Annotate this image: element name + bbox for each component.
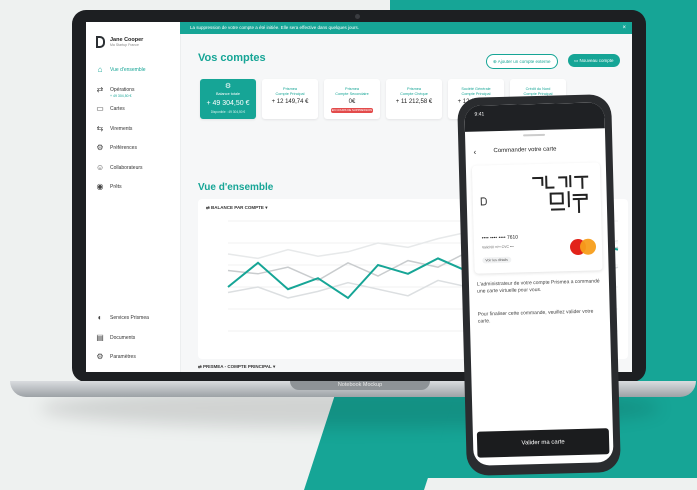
phone-text-2: Pour finaliser cette commande, veuillez … xyxy=(477,308,594,325)
account-name: Prismea Compte Chèque xyxy=(400,87,428,96)
new-account-button[interactable]: ▭ Nouveau compte xyxy=(568,54,620,67)
sidebar-item-card[interactable]: ▭ Cartes xyxy=(96,105,125,113)
account-name: Prismea Compte Principal xyxy=(275,87,305,96)
sidebar-item-documents[interactable]: ▤ Documents xyxy=(96,332,136,342)
account-amount: + 49 304,50 € xyxy=(206,99,250,107)
account-card[interactable]: Prismea Compte Chèque + 11 212,58 € xyxy=(386,79,442,119)
dashboard-icon: ⌂ xyxy=(97,65,103,74)
back-chevron-icon[interactable]: ‹ xyxy=(473,148,476,157)
card-validity: Valid till ••/•• CVC ••• xyxy=(481,244,514,250)
sidebar-item-loan[interactable]: ◉ Prêts xyxy=(96,183,122,191)
sidebar-item-label: Paramètres xyxy=(110,354,136,360)
virtual-card[interactable]: •••• •••• •••• 7610 Valid till ••/•• CVC… xyxy=(471,162,603,274)
card-logo xyxy=(480,197,487,206)
users-icon: ☺ xyxy=(96,162,105,172)
sidebar-item-label: Vue d'ensemble xyxy=(110,67,146,73)
sidebar-item-label: Opérations xyxy=(110,86,135,93)
add-external-account-button[interactable]: ⊕ Ajouter un compte externe xyxy=(486,54,558,69)
validate-card-button[interactable]: Valider ma carte xyxy=(476,428,610,458)
account-name: Balance totale xyxy=(215,92,241,96)
laptop-brand-label: Notebook Mockup xyxy=(290,381,430,390)
documents-icon: ▤ xyxy=(96,332,104,342)
card-artwork xyxy=(532,175,589,213)
account-name: Prismea Compte Secondaire xyxy=(335,87,369,96)
phone-title: Commander votre carte xyxy=(493,146,557,155)
sidebar-item-label: Cartes xyxy=(110,106,125,112)
transfer-icon: ⇆ xyxy=(96,123,104,133)
account-amount: + 11 212,58 € xyxy=(395,99,433,105)
total-balance-card[interactable]: ⚙ Balance totale + 49 304,50 € Disponible :… xyxy=(200,79,256,119)
notification-banner: La suppression de votre compte a été ini… xyxy=(180,22,632,34)
account-name: Société Générale Compte Principal xyxy=(461,87,491,96)
banner-text: La suppression de votre compte a été ini… xyxy=(190,25,360,30)
phone-text-1: L'administrateur de votre compte Prismea… xyxy=(476,278,600,295)
sidebar-item-transfer[interactable]: ⇆ Virements xyxy=(96,123,133,133)
user-profile[interactable]: Jane Cooper Ma Startup France xyxy=(96,36,143,48)
sidebar-item-users[interactable]: ☺ Collaborateurs xyxy=(96,162,143,172)
sidebar-item-label: Virements xyxy=(110,125,133,132)
wallet-icon: ⚙ xyxy=(224,83,232,90)
sidebar-item-dashboard[interactable]: ⌂ Vue d'ensemble xyxy=(96,66,146,74)
sidebar-item-services[interactable]: ◐ Services Prismea xyxy=(96,314,149,322)
sidebar-item-operations[interactable]: ⇄ Opérations xyxy=(96,84,135,94)
chart-selector[interactable]: ⇄ BALANCE PAR COMPTE ▾ xyxy=(206,205,267,211)
prismea-logo xyxy=(96,36,105,48)
sidebar-item-label: Préférences xyxy=(110,145,137,151)
see-details-button[interactable]: Voir les détails xyxy=(482,256,511,264)
sidebar-active-balance: + 49 304,50 € xyxy=(110,94,132,98)
account-card[interactable]: Prismea Compte Secondaire 0€ EN COURS DE S… xyxy=(324,79,380,119)
phone-frame: 9:41 ‹ Commander votre carte •••• •••• •… xyxy=(457,94,621,476)
user-company: Ma Startup France xyxy=(110,43,139,47)
phone-time: 9:41 xyxy=(474,111,485,118)
laptop-camera xyxy=(355,14,360,19)
phone-screen: 9:41 ‹ Commander votre carte •••• •••• •… xyxy=(464,102,614,466)
sidebar-item-gear[interactable]: ⚙ Paramètres xyxy=(96,352,136,361)
loan-icon: ◉ xyxy=(96,182,104,191)
gear-icon: ⚙ xyxy=(96,352,104,361)
services-icon: ◐ xyxy=(97,313,103,322)
sidebar: Jane Cooper Ma Startup France ⌂ Vue d'ens… xyxy=(86,22,181,372)
sidebar-item-settings[interactable]: ⚙ Préférences xyxy=(96,144,137,152)
sheet-handle[interactable] xyxy=(523,133,546,137)
sidebar-item-label: Collaborateurs xyxy=(110,164,143,171)
account-amount: + 12 149,74 € xyxy=(271,99,309,105)
account-amount: 0€ xyxy=(348,99,356,105)
status-badge: EN COURS DE SUPPRESSION xyxy=(331,108,373,113)
sidebar-item-label: Services Prismea xyxy=(110,315,149,321)
card-icon: ▭ xyxy=(96,104,104,113)
close-icon[interactable]: × xyxy=(622,22,626,34)
card-number: •••• •••• •••• 7610 xyxy=(481,234,519,242)
sidebar-item-label: Prêts xyxy=(110,184,122,190)
sidebar-item-label: Documents xyxy=(110,334,136,341)
chart2-selector[interactable]: ⇄ PRISMEA - COMPTE PRINCIPAL ▾ xyxy=(198,364,275,370)
settings-icon: ⚙ xyxy=(96,143,104,152)
section-title-overview: Vue d'ensemble xyxy=(198,182,274,193)
account-card[interactable]: Prismea Compte Principal + 12 149,74 € xyxy=(262,79,318,119)
phone-status-bar xyxy=(464,102,605,132)
available-balance: Disponible : 49 304,50 € xyxy=(210,109,246,114)
page-title-comptes: Vos comptes xyxy=(198,52,266,64)
operations-icon: ⇄ xyxy=(96,84,104,94)
mastercard-icon xyxy=(569,238,598,256)
